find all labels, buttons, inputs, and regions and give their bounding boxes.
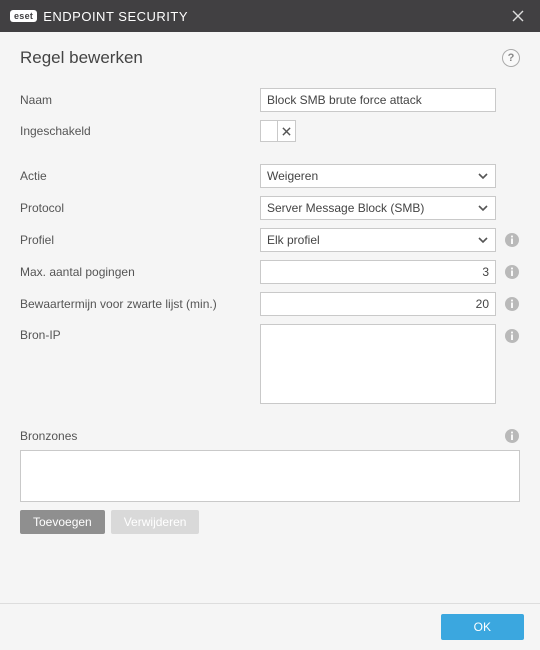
- label-source-zones: Bronzones: [20, 429, 504, 443]
- profile-value: Elk profiel: [267, 233, 320, 247]
- toggle-x-icon: [277, 121, 295, 141]
- titlebar: eset ENDPOINT SECURITY: [0, 0, 540, 32]
- row-protocol: Protocol Server Message Block (SMB): [20, 196, 520, 220]
- enabled-toggle[interactable]: [260, 120, 296, 142]
- label-name: Naam: [20, 93, 260, 107]
- row-profile: Profiel Elk profiel: [20, 228, 520, 252]
- row-blacklist-ttl: Bewaartermijn voor zwarte lijst (min.): [20, 292, 520, 316]
- label-profile: Profiel: [20, 233, 260, 247]
- help-icon[interactable]: ?: [502, 49, 520, 67]
- form: Naam Ingeschakeld Actie Weigeren: [0, 88, 540, 534]
- row-action: Actie Weigeren: [20, 164, 520, 188]
- label-source-ip: Bron-IP: [20, 324, 260, 342]
- remove-button: Verwijderen: [111, 510, 200, 534]
- protocol-select[interactable]: Server Message Block (SMB): [260, 196, 496, 220]
- max-attempts-input[interactable]: [260, 260, 496, 284]
- row-name: Naam: [20, 88, 520, 112]
- action-value: Weigeren: [267, 169, 318, 183]
- label-protocol: Protocol: [20, 201, 260, 215]
- info-icon[interactable]: [504, 232, 520, 248]
- close-icon[interactable]: [506, 4, 530, 28]
- label-blacklist-ttl: Bewaartermijn voor zwarte lijst (min.): [20, 297, 260, 311]
- ok-button[interactable]: OK: [441, 614, 524, 640]
- chevron-down-icon: [477, 234, 489, 246]
- dialog-header: Regel bewerken ?: [0, 32, 540, 88]
- protocol-value: Server Message Block (SMB): [267, 201, 424, 215]
- info-icon[interactable]: [504, 328, 520, 344]
- zone-buttons: Toevoegen Verwijderen: [20, 510, 520, 534]
- info-icon[interactable]: [504, 296, 520, 312]
- name-input[interactable]: [260, 88, 496, 112]
- brand-badge: eset: [10, 10, 37, 23]
- add-button[interactable]: Toevoegen: [20, 510, 105, 534]
- label-enabled: Ingeschakeld: [20, 124, 260, 138]
- info-icon[interactable]: [504, 264, 520, 280]
- chevron-down-icon: [477, 170, 489, 182]
- page-title: Regel bewerken: [20, 48, 502, 68]
- product-name: ENDPOINT SECURITY: [43, 9, 188, 24]
- label-action: Actie: [20, 169, 260, 183]
- chevron-down-icon: [477, 202, 489, 214]
- source-ip-textarea[interactable]: [260, 324, 496, 404]
- dialog-footer: OK: [0, 603, 540, 650]
- row-source-zones-label: Bronzones: [20, 428, 520, 444]
- info-icon[interactable]: [504, 428, 520, 444]
- action-select[interactable]: Weigeren: [260, 164, 496, 188]
- row-source-ip: Bron-IP: [20, 324, 520, 404]
- row-enabled: Ingeschakeld: [20, 120, 520, 142]
- row-max-attempts: Max. aantal pogingen: [20, 260, 520, 284]
- label-max-attempts: Max. aantal pogingen: [20, 265, 260, 279]
- source-zones-list[interactable]: [20, 450, 520, 502]
- blacklist-ttl-input[interactable]: [260, 292, 496, 316]
- profile-select[interactable]: Elk profiel: [260, 228, 496, 252]
